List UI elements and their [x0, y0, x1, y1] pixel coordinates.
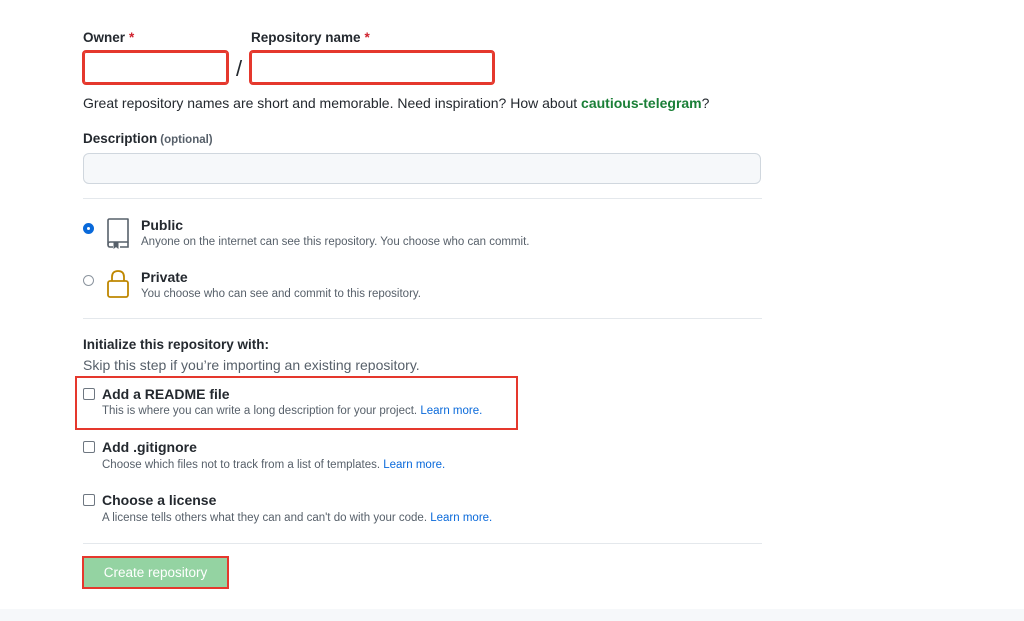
gitignore-title: Add .gitignore [102, 439, 197, 455]
owner-label: Owner * [83, 30, 134, 45]
page-footer [0, 609, 1024, 621]
repository-name-label-text: Repository name [251, 30, 361, 45]
readme-desc-text: This is where you can write a long descr… [102, 405, 418, 417]
description-optional-tag: (optional) [160, 134, 213, 146]
gitignore-checkbox[interactable] [83, 441, 95, 453]
license-learn-more-link[interactable]: Learn more. [430, 512, 492, 524]
create-repository-button[interactable]: Create repository [82, 556, 229, 589]
gitignore-learn-more-link[interactable]: Learn more. [383, 459, 445, 471]
initialize-title: Initialize this repository with: [83, 337, 270, 352]
readme-description: This is where you can write a long descr… [102, 405, 482, 417]
owner-label-text: Owner [83, 30, 126, 45]
readme-learn-more-link[interactable]: Learn more. [420, 405, 482, 417]
owner-repo-separator: / [236, 56, 243, 81]
public-radio[interactable] [83, 223, 94, 234]
license-description: A license tells others what they can and… [102, 512, 492, 524]
repository-required-mark: * [364, 30, 370, 45]
repository-name-input[interactable] [249, 50, 495, 85]
repository-name-hint: Great repository names are short and mem… [83, 95, 709, 111]
readme-checkbox[interactable] [83, 388, 95, 400]
description-label: Description (optional) [83, 131, 213, 146]
readme-title: Add a README file [102, 386, 230, 402]
description-input[interactable] [83, 153, 761, 184]
create-repo-form: Owner * / Repository name * Great reposito… [0, 0, 1024, 621]
divider [83, 543, 762, 544]
license-title: Choose a license [102, 492, 217, 508]
initialize-subtitle: Skip this step if you’re importing an ex… [83, 357, 420, 373]
owner-required-mark: * [129, 30, 135, 45]
owner-select[interactable] [82, 50, 229, 85]
divider [83, 198, 762, 199]
hint-suffix: ? [701, 95, 710, 111]
private-description: You choose who can see and commit to thi… [141, 288, 421, 300]
description-label-text: Description [83, 131, 158, 146]
lock-icon [105, 268, 131, 305]
license-desc-text: A license tells others what they can and… [102, 512, 428, 524]
repository-name-label: Repository name * [251, 30, 370, 45]
suggested-name-link[interactable]: cautious-telegram [581, 95, 702, 111]
gitignore-desc-text: Choose which files not to track from a l… [102, 459, 381, 471]
license-checkbox[interactable] [83, 494, 95, 506]
private-radio[interactable] [83, 275, 94, 286]
private-title: Private [141, 269, 188, 285]
readme-highlight [75, 376, 518, 430]
public-title: Public [141, 217, 184, 233]
repo-icon [105, 217, 131, 254]
hint-prefix: Great repository names are short and mem… [83, 95, 582, 111]
divider [83, 318, 762, 319]
gitignore-description: Choose which files not to track from a l… [102, 459, 445, 471]
public-description: Anyone on the internet can see this repo… [141, 236, 530, 248]
